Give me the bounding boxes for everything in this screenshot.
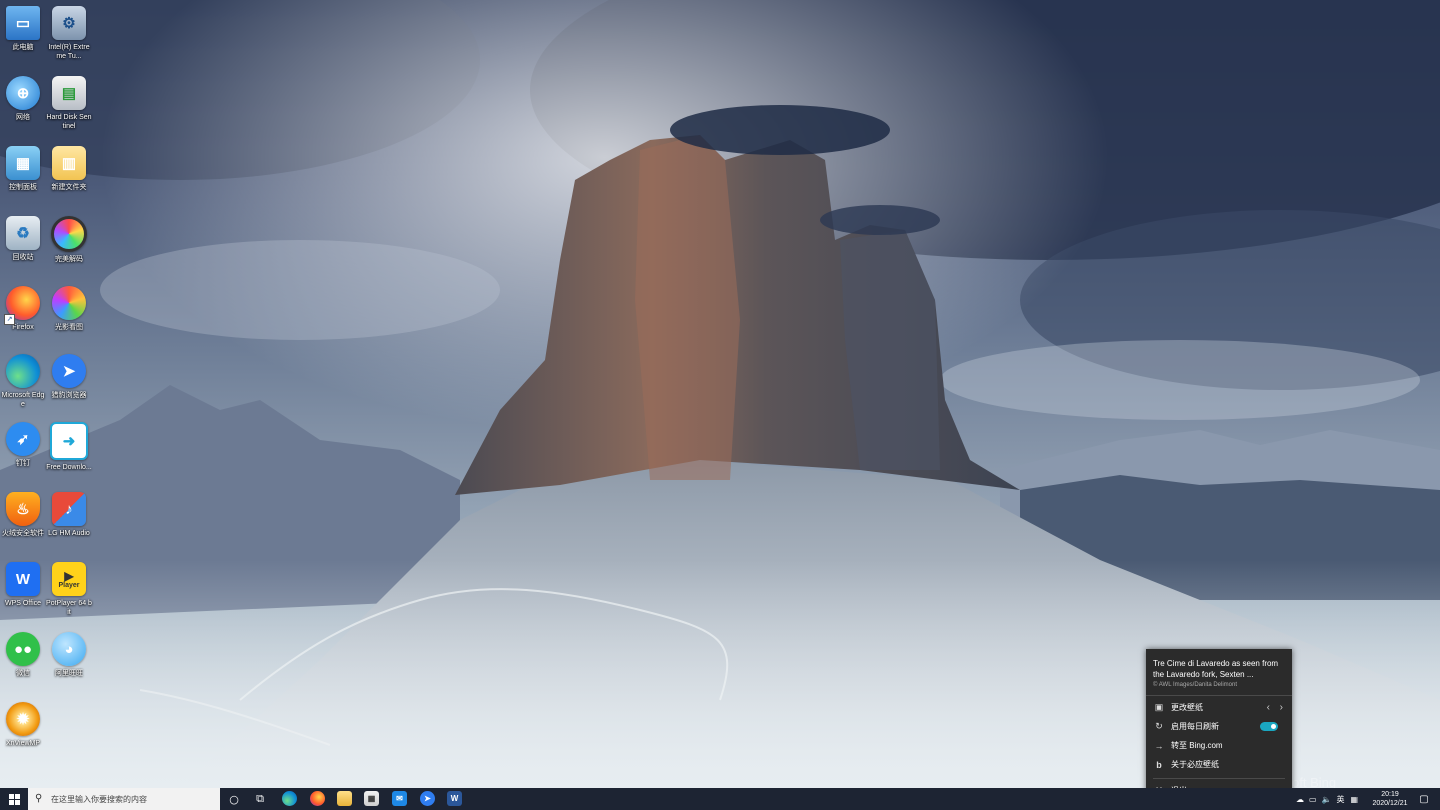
desktop-icon-photo-viewer[interactable]: 光影看图 xyxy=(46,286,92,332)
system-tray: ☁ ▭ 🔈 英 ▦ xyxy=(1296,788,1358,810)
daily-refresh-item[interactable]: ↻ 启用每日刷新 xyxy=(1146,717,1292,736)
desktop-icon-control-panel[interactable]: ▦ 控制面板 xyxy=(0,146,46,192)
folder-icon: ▥ xyxy=(52,146,86,180)
search-icon: ⚲ xyxy=(35,793,43,804)
network-tray-icon[interactable]: ▭ xyxy=(1309,795,1317,804)
taskbar-edge-icon[interactable] xyxy=(282,791,297,806)
dingtalk-icon: ➶ xyxy=(6,422,40,456)
desktop-icon-edge[interactable]: Microsoft Edge xyxy=(0,354,46,409)
clock-date: 2020/12/21 xyxy=(1372,800,1408,807)
taskbar-firefox-icon[interactable] xyxy=(310,791,325,806)
cloud-icon[interactable]: ☁ xyxy=(1296,795,1304,804)
ime-indicator[interactable]: 英 xyxy=(1337,794,1345,805)
desktop-icon-potplayer[interactable]: ▶ Player PotPlayer 64 bit xyxy=(46,562,92,617)
image-icon: ▣ xyxy=(1154,702,1164,712)
taskbar-clock[interactable]: 20:19 2020/12/21 xyxy=(1368,790,1412,808)
intel-xtu-icon: ⚙ xyxy=(52,6,86,40)
aliwangwang-icon: ◕ xyxy=(52,632,86,666)
desktop-icon-wechat[interactable]: ●● 微信 xyxy=(0,632,46,678)
browser-icon: ➤ xyxy=(52,354,86,388)
notification-icon: ▢ xyxy=(1419,793,1429,805)
video-decoder-icon xyxy=(51,216,87,252)
arrow-right-icon: → xyxy=(1154,740,1164,751)
about-item[interactable]: b 关于必应壁纸 xyxy=(1146,755,1292,774)
desktop-icon-network[interactable]: ⊕ 网络 xyxy=(0,76,46,122)
taskbar-word-icon[interactable]: W xyxy=(447,791,462,806)
windows-logo-icon xyxy=(8,793,20,805)
xnview-icon: ✹ xyxy=(6,702,40,736)
edge-icon xyxy=(6,354,40,388)
daily-refresh-toggle[interactable] xyxy=(1260,722,1278,731)
bing-logo-icon: b xyxy=(1156,759,1162,770)
potplayer-icon: ▶ Player xyxy=(52,562,86,596)
desktop-icon-intel-xtu[interactable]: ⚙ Intel(R) Extreme Tu... xyxy=(46,6,92,61)
refresh-icon: ↻ xyxy=(1155,721,1163,731)
desktop-icon-firefox[interactable]: ↗ Firefox xyxy=(0,286,46,332)
taskbar: ⚲ 在这里输入你要搜索的内容 ○ ⧉ ▦ ✉ ➤ W ☁ ▭ 🔈 英 ▦ 20:… xyxy=(0,788,1440,810)
desktop-icon-lg-hm-audio[interactable]: ♪ LG HM Audio xyxy=(46,492,92,538)
desktop-icon-hard-disk-sentinel[interactable]: ▤ Hard Disk Sentinel xyxy=(46,76,92,131)
bing-wallpaper-flyout: Tre Cime di Lavaredo as seen from the La… xyxy=(1146,649,1292,803)
cortana-button[interactable]: ○ xyxy=(222,788,246,810)
desktop-icon-xnview[interactable]: ✹ XnViewMP xyxy=(0,702,46,748)
desktop-icon-browser[interactable]: ➤ 猎豹浏览器 xyxy=(46,354,92,400)
goto-bing-item[interactable]: → 转至 Bing.com xyxy=(1146,736,1292,755)
search-placeholder: 在这里输入你要搜索的内容 xyxy=(51,794,147,804)
wallpaper-credit: © AWL Images/Danita Delimont xyxy=(1153,682,1238,688)
desktop-icon-huorong[interactable]: ♨ 火绒安全软件 xyxy=(0,492,46,538)
hard-disk-sentinel-icon: ▤ xyxy=(52,76,86,110)
desktop-icon-this-pc[interactable]: ▭ 此电脑 xyxy=(0,6,46,52)
wallpaper-info[interactable]: Tre Cime di Lavaredo as seen from the La… xyxy=(1146,649,1292,696)
cortana-circle-icon: ○ xyxy=(229,792,239,806)
audio-icon: ♪ xyxy=(52,492,86,526)
desktop-icon-free-download-manager[interactable]: ➜ Free Downlo... xyxy=(46,422,92,472)
taskbar-browser-icon[interactable]: ➤ xyxy=(420,791,435,806)
prev-wallpaper-button[interactable]: ‹ xyxy=(1267,702,1270,713)
potplayer-badge: Player xyxy=(58,581,80,589)
keyboard-icon[interactable]: ▦ xyxy=(1351,795,1359,804)
taskbar-store-icon[interactable]: ▦ xyxy=(364,791,379,806)
task-view-icon: ⧉ xyxy=(256,792,264,805)
clock-time: 20:19 xyxy=(1381,791,1399,798)
taskbar-mail-icon[interactable]: ✉ xyxy=(392,791,407,806)
desktop-icon-recycle-bin[interactable]: ♻ 回收站 xyxy=(0,216,46,262)
huorong-security-icon: ♨ xyxy=(6,492,40,526)
wechat-icon: ●● xyxy=(6,632,40,666)
start-button[interactable] xyxy=(0,788,28,810)
desktop-icon-new-folder[interactable]: ▥ 新建文件夹 xyxy=(46,146,92,192)
volume-icon[interactable]: 🔈 xyxy=(1322,795,1332,804)
computer-icon: ▭ xyxy=(6,6,40,40)
desktop-icon-dingtalk[interactable]: ➶ 钉钉 xyxy=(0,422,46,468)
bing-watermark: oft Bing xyxy=(1292,777,1337,788)
task-view-button[interactable]: ⧉ xyxy=(248,788,272,810)
photo-viewer-icon xyxy=(52,286,86,320)
desktop-icon-aliwangwang[interactable]: ◕ 阿里旺旺 xyxy=(46,632,92,678)
wps-icon: W xyxy=(6,562,40,596)
free-download-manager-icon: ➜ xyxy=(50,422,88,460)
network-icon: ⊕ xyxy=(6,76,40,110)
flyout-divider xyxy=(1153,778,1285,779)
desktop-icon-wps[interactable]: W WPS Office xyxy=(0,562,46,608)
control-panel-icon: ▦ xyxy=(6,146,40,180)
shortcut-arrow-icon: ↗ xyxy=(4,314,15,325)
desktop-icon-video-decoder[interactable]: 完美解码 xyxy=(46,216,92,264)
taskbar-search-box[interactable]: ⚲ 在这里输入你要搜索的内容 xyxy=(28,788,220,810)
next-wallpaper-button[interactable]: › xyxy=(1280,702,1283,713)
taskbar-file-explorer-icon[interactable] xyxy=(337,791,352,806)
action-center-button[interactable]: ▢ xyxy=(1414,788,1434,810)
wallpaper-title: Tre Cime di Lavaredo as seen from the La… xyxy=(1153,659,1279,679)
recycle-bin-icon: ♻ xyxy=(6,216,40,250)
change-wallpaper-item[interactable]: ▣ 更改壁纸 ‹ › xyxy=(1146,698,1292,717)
